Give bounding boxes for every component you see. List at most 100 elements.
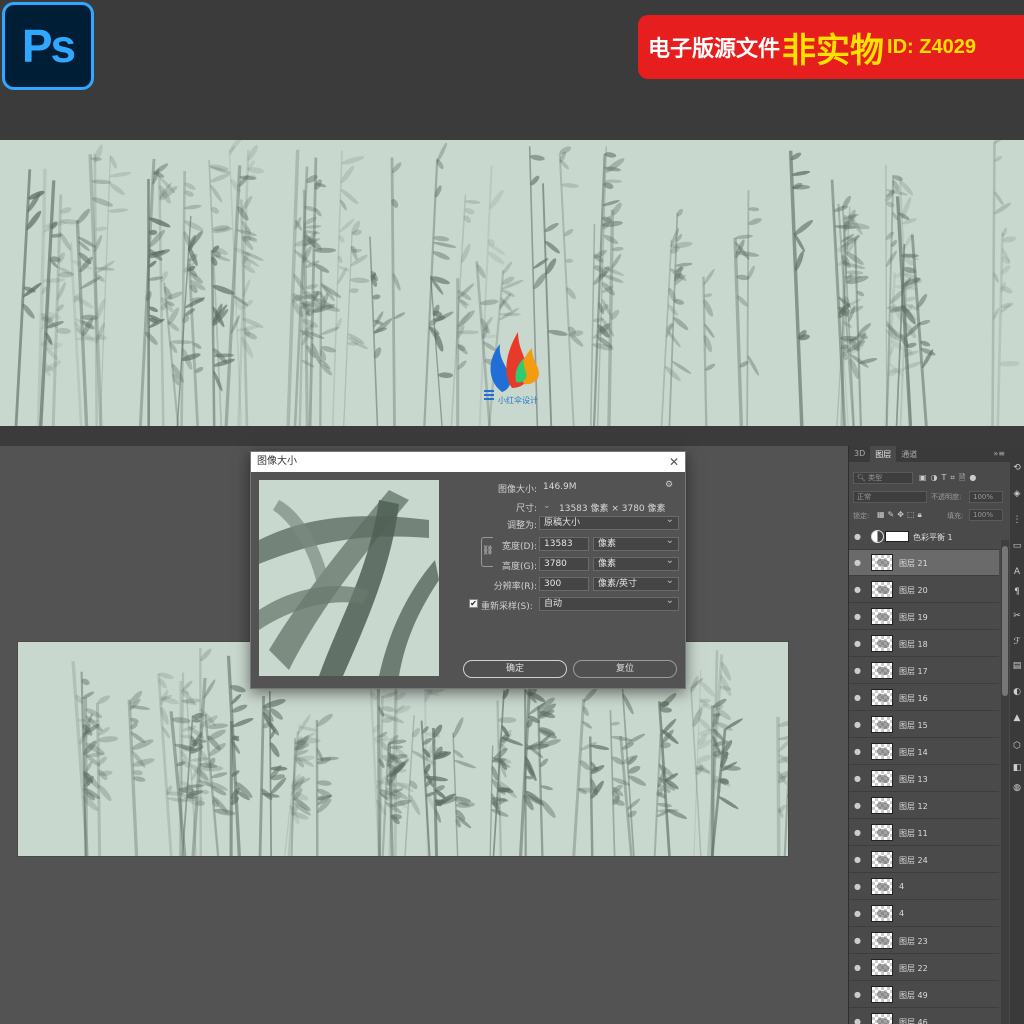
bamboo-leaf: [675, 262, 693, 267]
leaf-preview-illustration: [259, 480, 439, 676]
tool-icon-11[interactable]: ▲: [1011, 712, 1023, 724]
layer-row[interactable]: ● 图层 18: [849, 631, 999, 657]
scrollbar-thumb[interactable]: [1002, 546, 1008, 696]
layer-row[interactable]: ● 图层 12: [849, 793, 999, 819]
tool-icon-4[interactable]: ▭: [1011, 540, 1023, 552]
bamboo-stalk: [702, 276, 708, 426]
tool-icon-3[interactable]: ⋮: [1011, 514, 1023, 526]
layer-row[interactable]: ● 图层 24: [849, 847, 999, 873]
bamboo-leaf: [109, 171, 132, 178]
reset-button[interactable]: 复位: [573, 660, 677, 678]
layer-row[interactable]: ● 图层 19: [849, 604, 999, 630]
visibility-eye-icon[interactable]: ●: [854, 1017, 861, 1024]
tool-icon-7[interactable]: ✂: [1011, 610, 1023, 622]
tab-channels[interactable]: 通道: [896, 446, 922, 462]
bamboo-leaf: [544, 222, 559, 232]
visibility-eye-icon[interactable]: ●: [854, 774, 861, 783]
bamboo-leaf: [304, 224, 322, 229]
tool-icon-2[interactable]: ◈: [1011, 488, 1023, 500]
tool-icon-1[interactable]: ⟲: [1011, 462, 1023, 474]
bamboo-leaf: [80, 276, 101, 289]
resample-select[interactable]: 自动: [539, 597, 679, 611]
bamboo-stalk: [788, 150, 804, 426]
tool-icon-9[interactable]: ▤: [1011, 660, 1023, 672]
visibility-eye-icon[interactable]: ●: [854, 558, 861, 567]
visibility-eye-icon[interactable]: ●: [854, 532, 861, 541]
fit-to-label: 调整为:: [506, 521, 537, 531]
visibility-eye-icon[interactable]: ●: [854, 639, 861, 648]
visibility-eye-icon[interactable]: ●: [854, 747, 861, 756]
visibility-eye-icon[interactable]: ●: [854, 963, 861, 972]
bamboo-stalk: [430, 275, 443, 426]
bamboo-leaf: [317, 780, 332, 786]
tool-icon-8[interactable]: ℱ: [1011, 636, 1023, 648]
blend-mode-select[interactable]: 正常: [853, 491, 927, 503]
height-input[interactable]: 3780: [539, 557, 589, 571]
visibility-eye-icon[interactable]: ●: [854, 855, 861, 864]
panel-tabs: 3D 图层 通道 »≡: [849, 446, 1010, 462]
opacity-input[interactable]: 100%: [969, 491, 1003, 503]
height-unit-select[interactable]: 像素: [593, 557, 679, 571]
ok-button[interactable]: 确定: [463, 660, 567, 678]
gear-icon[interactable]: ⚙: [665, 480, 673, 490]
layer-thumbnail: [871, 824, 893, 841]
bamboo-leaf: [56, 327, 71, 334]
layer-row[interactable]: ● 4: [849, 874, 999, 900]
visibility-eye-icon[interactable]: ●: [854, 801, 861, 810]
image-size-dialog: 图像大小 ✕ 图像大小: 146.9M ⚙ 尺寸: ⌄ 13583 像素 × 3…: [250, 451, 686, 689]
layer-row[interactable]: ● 图层 11: [849, 820, 999, 846]
image-preview[interactable]: [259, 480, 439, 676]
layer-thumbnail: [871, 581, 893, 598]
layer-row[interactable]: ● 图层 13: [849, 766, 999, 792]
layer-row[interactable]: ● 图层 23: [849, 928, 999, 954]
visibility-eye-icon[interactable]: ●: [854, 720, 861, 729]
layer-row[interactable]: ● 图层 20: [849, 577, 999, 603]
visibility-eye-icon[interactable]: ●: [854, 828, 861, 837]
chevron-down-icon[interactable]: ⌄: [543, 501, 551, 511]
layer-row[interactable]: ● 4: [849, 901, 999, 927]
fit-to-select[interactable]: 原稿大小: [539, 516, 679, 530]
width-input[interactable]: 13583: [539, 537, 589, 551]
visibility-eye-icon[interactable]: ●: [854, 693, 861, 702]
panel-menu-icon[interactable]: »≡: [988, 446, 1010, 462]
visibility-eye-icon[interactable]: ●: [854, 585, 861, 594]
layer-row[interactable]: ● 图层 49: [849, 982, 999, 1008]
tool-icon-13[interactable]: ◧: [1011, 762, 1023, 774]
layer-row[interactable]: ● 图层 17: [849, 658, 999, 684]
layer-row[interactable]: ● 图层 15: [849, 712, 999, 738]
layer-filter-input[interactable]: 🔍︎ 类型: [853, 472, 913, 484]
visibility-eye-icon[interactable]: ●: [854, 990, 861, 999]
layer-row[interactable]: ● 图层 21: [849, 550, 999, 576]
bamboo-leaf: [547, 329, 568, 336]
layer-thumbnail: [871, 1013, 893, 1024]
fill-input[interactable]: 100%: [969, 509, 1003, 521]
layer-row[interactable]: ● 图层 14: [849, 739, 999, 765]
tool-icon-12[interactable]: ⬡: [1011, 740, 1023, 752]
close-icon[interactable]: ✕: [669, 452, 679, 472]
visibility-eye-icon[interactable]: ●: [854, 909, 861, 918]
resample-checkbox[interactable]: ✔: [469, 599, 478, 608]
tool-icon-5[interactable]: A: [1011, 566, 1023, 578]
tab-3d[interactable]: 3D: [849, 446, 870, 462]
visibility-eye-icon[interactable]: ●: [854, 666, 861, 675]
layer-name: 图层 16: [899, 694, 928, 703]
bamboo-leaf: [232, 717, 254, 728]
tool-icon-14[interactable]: ◍: [1011, 782, 1023, 794]
tool-icon-10[interactable]: ◐: [1011, 686, 1023, 698]
tab-layers[interactable]: 图层: [870, 446, 897, 462]
resolution-unit-select[interactable]: 像素/英寸: [593, 577, 679, 591]
visibility-eye-icon[interactable]: ●: [854, 612, 861, 621]
resolution-input[interactable]: 300: [539, 577, 589, 591]
layer-row[interactable]: ● 图层 22: [849, 955, 999, 981]
bamboo-leaf: [497, 717, 517, 724]
layer-row[interactable]: ● 图层 16: [849, 685, 999, 711]
filter-icons[interactable]: ▣◑T⌗🗎●: [919, 472, 1005, 488]
tool-icon-6[interactable]: ¶: [1011, 586, 1023, 598]
bamboo-leaf: [452, 717, 464, 739]
layer-row[interactable]: ● 图层 46: [849, 1009, 999, 1024]
adjustment-layer-row[interactable]: ● 色彩平衡 1: [849, 524, 999, 550]
bamboo-stalk: [991, 141, 996, 426]
visibility-eye-icon[interactable]: ●: [854, 882, 861, 891]
width-unit-select[interactable]: 像素: [593, 537, 679, 551]
visibility-eye-icon[interactable]: ●: [854, 936, 861, 945]
